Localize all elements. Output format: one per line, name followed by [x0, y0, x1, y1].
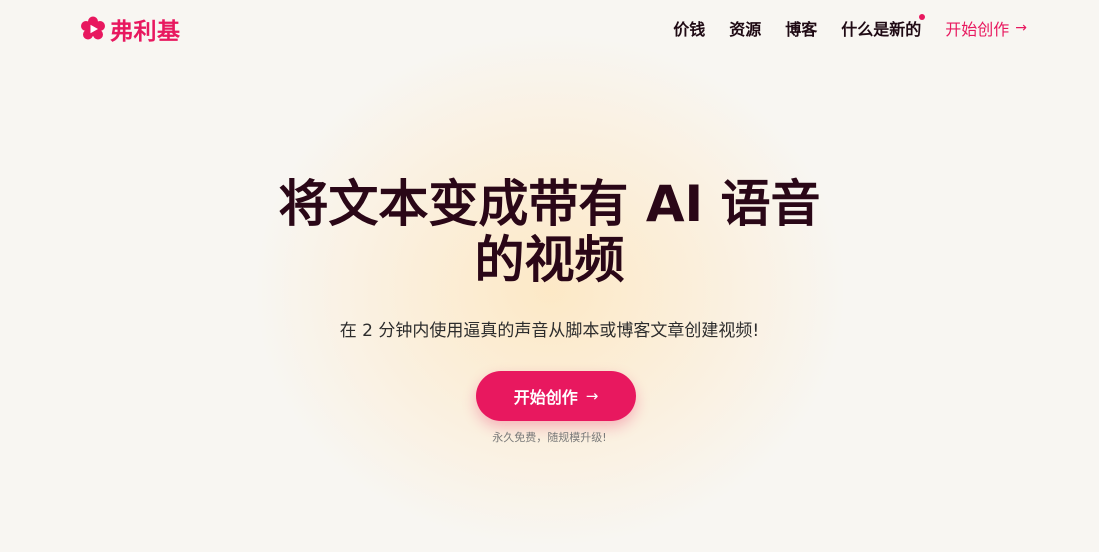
- nav-cta-label: 开始创作: [945, 20, 1010, 39]
- nav-item-pricing[interactable]: 价钱: [673, 16, 705, 40]
- play-flower-icon: [81, 16, 105, 40]
- hero-title-line1: 将文本变成带有 AI 语音: [278, 175, 821, 233]
- nav-item-resources[interactable]: 资源: [729, 16, 761, 40]
- nav-item-whats-new[interactable]: 什么是新的: [841, 14, 926, 40]
- background-glow: [250, 30, 850, 550]
- free-forever-note: 永久免费，随规模升级!: [492, 431, 607, 444]
- nav-start-creating-link[interactable]: 开始创作 →: [945, 16, 1027, 40]
- brand-name: 弗利基: [110, 19, 181, 45]
- brand-logo[interactable]: 弗利基: [80, 12, 181, 46]
- nav-item-blog[interactable]: 博客: [785, 16, 817, 40]
- cta-button-label: 开始创作: [513, 388, 578, 407]
- hero-title: 将文本变成带有 AI 语音 的视频: [0, 176, 1099, 288]
- hero-title-line2: 的视频: [474, 231, 625, 289]
- arrow-right-icon: →: [1015, 20, 1027, 36]
- landing-page: 弗利基 价钱 资源 博客 什么是新的 开始创作 → 将文本变成带有 AI 语音 …: [0, 0, 1099, 552]
- start-creating-button[interactable]: 开始创作 →: [476, 371, 636, 421]
- arrow-right-icon: →: [585, 387, 599, 405]
- hero-subtitle: 在 2 分钟内使用逼真的声音从脚本或博客文章创建视频!: [339, 321, 760, 341]
- site-header: 弗利基 价钱 资源 博客 什么是新的 开始创作 →: [0, 0, 1099, 56]
- main-nav: 价钱 资源 博客 什么是新的 开始创作 →: [649, 14, 1027, 40]
